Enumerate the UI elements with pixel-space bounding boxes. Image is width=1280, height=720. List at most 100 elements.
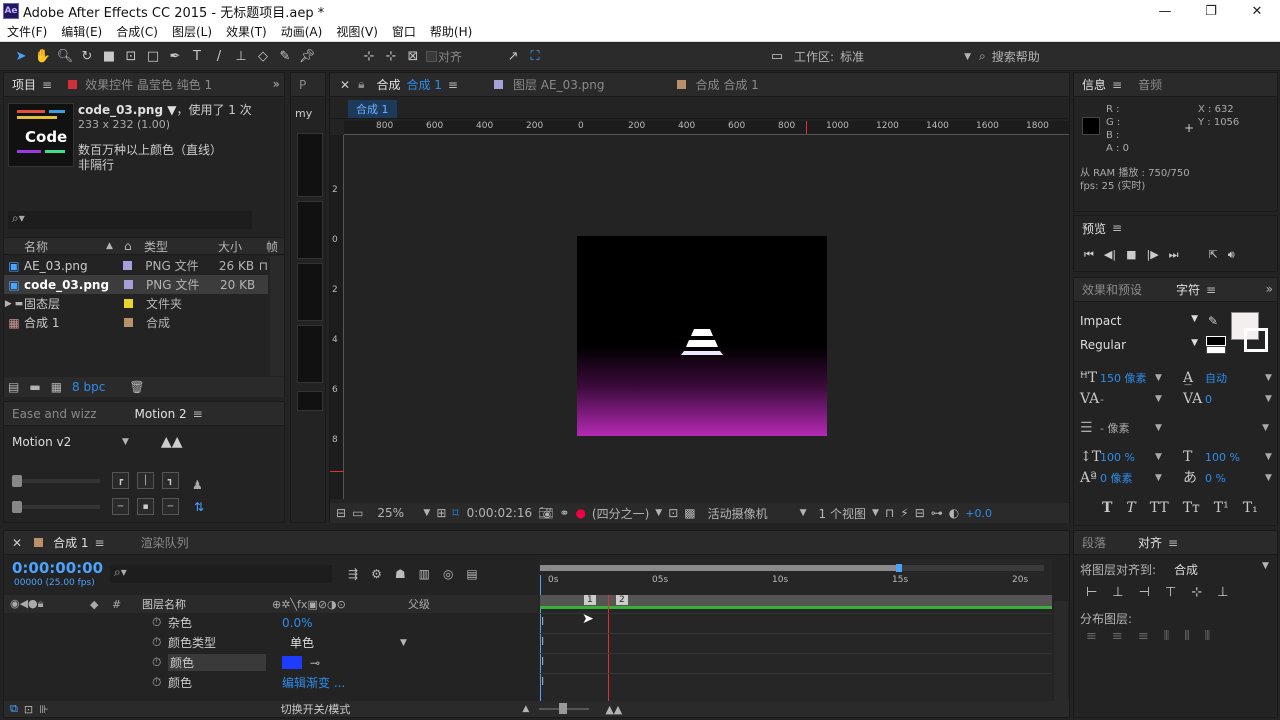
style-dropdown-icon[interactable]: ▼ <box>1191 338 1198 352</box>
anchor-right-button[interactable]: ─ <box>162 498 179 515</box>
col-name[interactable]: 名称 <box>24 238 106 255</box>
font-style-select[interactable]: Regular <box>1080 338 1126 352</box>
distribute-hcenter-icon[interactable]: ⫴ <box>1184 629 1189 644</box>
close-timeline-icon[interactable]: ✕ <box>4 531 26 555</box>
faux-italic-button[interactable]: T <box>1126 500 1135 516</box>
menu-window[interactable]: 窗口 <box>385 23 423 40</box>
all-caps-button[interactable]: TT <box>1150 500 1169 516</box>
close-tab-icon[interactable]: ✕ <box>330 73 354 97</box>
project-item[interactable]: ▶ ▬ 固态层 文件夹 <box>4 294 268 313</box>
more-tabs-icon[interactable]: » <box>273 77 280 91</box>
timeline-timecode[interactable]: 0:00:00:00 <box>12 559 103 577</box>
distribute-left-icon[interactable]: ⫴ <box>1164 629 1169 644</box>
selected-file-name[interactable]: code_03.png ▼ <box>78 103 176 117</box>
align-top-icon[interactable]: ⊤ <box>1165 585 1176 600</box>
mountain-icon[interactable]: ▲▲ <box>161 434 183 450</box>
small-caps-button[interactable]: Tт <box>1183 500 1200 516</box>
channel-icon[interactable]: ● <box>575 506 585 520</box>
transparency-grid-icon[interactable]: ▩ <box>684 506 695 520</box>
brush-tool-icon[interactable]: / <box>208 47 230 67</box>
rotate-tool-icon[interactable]: ↻ <box>76 47 98 67</box>
align-target-select[interactable]: 合成 <box>1174 561 1262 578</box>
reset-exposure-icon[interactable]: ◐ <box>949 506 959 520</box>
font-dropdown-icon[interactable]: ▼ <box>1191 314 1198 328</box>
timeline-track-area[interactable]: 0s 05s 10s 15s 20s 1 2 I I I I ➤ <box>538 559 1052 701</box>
anchor-left-button[interactable]: ─ <box>112 498 129 515</box>
roto-brush-tool-icon[interactable]: ✎ <box>274 47 296 67</box>
tab-align[interactable]: 对齐 ≡ <box>1130 531 1186 555</box>
camera-select[interactable]: 活动摄像机 <box>708 505 794 522</box>
tab-ease-and-wizz[interactable]: Ease and wizz <box>4 402 105 426</box>
eraser-tool-icon[interactable]: ◇ <box>252 47 274 67</box>
eyedropper-icon[interactable]: ✎ <box>1208 314 1218 328</box>
menu-edit[interactable]: 编辑(E) <box>54 23 109 40</box>
motion-preset-select[interactable]: Motion v2 <box>12 435 122 449</box>
camera-tool-icon[interactable]: ■ <box>98 47 120 67</box>
distribute-bottom-icon[interactable]: ≡ <box>1138 629 1149 644</box>
timeline-scrollbar[interactable] <box>1054 601 1068 701</box>
white-swatch[interactable] <box>1206 346 1226 354</box>
safe-margins-icon[interactable]: ⊞ <box>436 506 446 520</box>
preset-dropdown-icon[interactable]: ▼ <box>122 437 129 447</box>
align-right-icon[interactable]: ⊣ <box>1139 585 1150 600</box>
menu-animation[interactable]: 动画(A) <box>274 23 330 40</box>
loop-icon[interactable]: ⇱ <box>1209 248 1218 262</box>
distribute-top-icon[interactable]: ≡ <box>1086 629 1097 644</box>
stroke-type-select[interactable]: ▼ <box>1169 418 1269 439</box>
tab-info[interactable]: 信息 ≡ <box>1074 73 1130 97</box>
tracking-value[interactable]: 0 <box>1205 389 1265 410</box>
distribute-vcenter-icon[interactable]: ≡ <box>1112 629 1123 644</box>
local-axis-icon[interactable]: ⊹ <box>358 47 380 67</box>
property-row[interactable]: ⏱︎ 颜色 ⊸ <box>4 653 538 672</box>
view-axis-icon[interactable]: ⊠ <box>402 47 424 67</box>
type-tool-icon[interactable]: T <box>186 47 208 67</box>
property-row[interactable]: ⏱︎ 杂色 0.0% <box>4 613 538 632</box>
next-frame-icon[interactable]: |▶ <box>1146 248 1158 262</box>
pen-tool-icon[interactable]: ✒ <box>164 47 186 67</box>
timeline-search-input[interactable]: ⌕▾ <box>110 565 332 583</box>
delete-icon[interactable]: 🗑︎ <box>129 380 144 394</box>
tab-effects-presets[interactable]: 效果和预设 <box>1074 278 1150 302</box>
col-type[interactable]: 类型 <box>144 238 218 255</box>
col-fps[interactable]: 帧 <box>266 238 278 255</box>
current-time[interactable]: 0:00:02:16 <box>467 506 533 520</box>
project-item[interactable]: ▣ AE_03.png PNG 文件 26 KB ⊓ <box>4 256 268 275</box>
close-icon[interactable]: ✕ <box>1234 0 1280 22</box>
project-item[interactable]: ▦ 合成 1 合成 <box>4 313 268 332</box>
expand-icon[interactable]: ⊡ <box>24 703 33 716</box>
stopwatch-icon[interactable]: ⏱︎ <box>152 635 168 650</box>
always-preview-icon[interactable]: ⊟ <box>336 506 346 520</box>
comp-mini-flowchart-icon[interactable]: ⇶ <box>348 567 358 581</box>
motion-slider-1[interactable] <box>12 475 100 487</box>
selection-tool-icon[interactable]: ➤ <box>10 47 32 67</box>
first-frame-icon[interactable]: ⏮ <box>1084 248 1094 262</box>
new-folder-icon[interactable]: ▬ <box>29 380 40 394</box>
roi-icon[interactable]: ⊡ <box>668 506 678 520</box>
toggle-switches-modes[interactable]: 切换开关/模式 <box>281 701 351 717</box>
monitor-icon[interactable]: ▭ <box>352 506 363 520</box>
stop-icon[interactable]: ■ <box>1126 248 1136 262</box>
snapshot-icon[interactable]: 📷︎ <box>538 506 553 520</box>
black-swatch[interactable] <box>1206 336 1226 346</box>
resolution-dropdown-icon[interactable]: ▼ <box>655 508 662 518</box>
shy-icon[interactable]: ☗ <box>395 567 406 581</box>
tab-composition-2[interactable]: 合成 合成 1 <box>669 73 767 97</box>
menu-composition[interactable]: 合成(C) <box>109 23 165 40</box>
composition-canvas[interactable] <box>577 236 827 436</box>
fast-preview-icon[interactable]: ⚡︎ <box>900 506 908 520</box>
tab-p[interactable]: P <box>291 73 314 97</box>
menu-layer[interactable]: 图层(L) <box>165 23 219 40</box>
anchor-top-button[interactable]: │ <box>137 472 154 489</box>
pin-icon[interactable]: ♟ <box>192 478 203 492</box>
align-vcenter-icon[interactable]: ⊹ <box>1191 585 1202 600</box>
interpret-footage-icon[interactable]: ▤ <box>8 380 19 394</box>
stopwatch-icon[interactable]: ⏱︎ <box>152 615 168 630</box>
subscript-button[interactable]: T₁ <box>1243 500 1258 516</box>
menu-view[interactable]: 视图(V) <box>329 23 385 40</box>
workspace-select[interactable]: 标准 <box>840 48 964 65</box>
vertical-scale-value[interactable]: 100 % <box>1100 447 1155 468</box>
superscript-button[interactable]: T¹ <box>1214 500 1229 516</box>
graph-editor-icon[interactable]: ▤ <box>466 567 477 581</box>
snap-checkbox[interactable] <box>424 47 438 67</box>
search-help-input[interactable]: 搜索帮助 <box>992 48 1040 65</box>
